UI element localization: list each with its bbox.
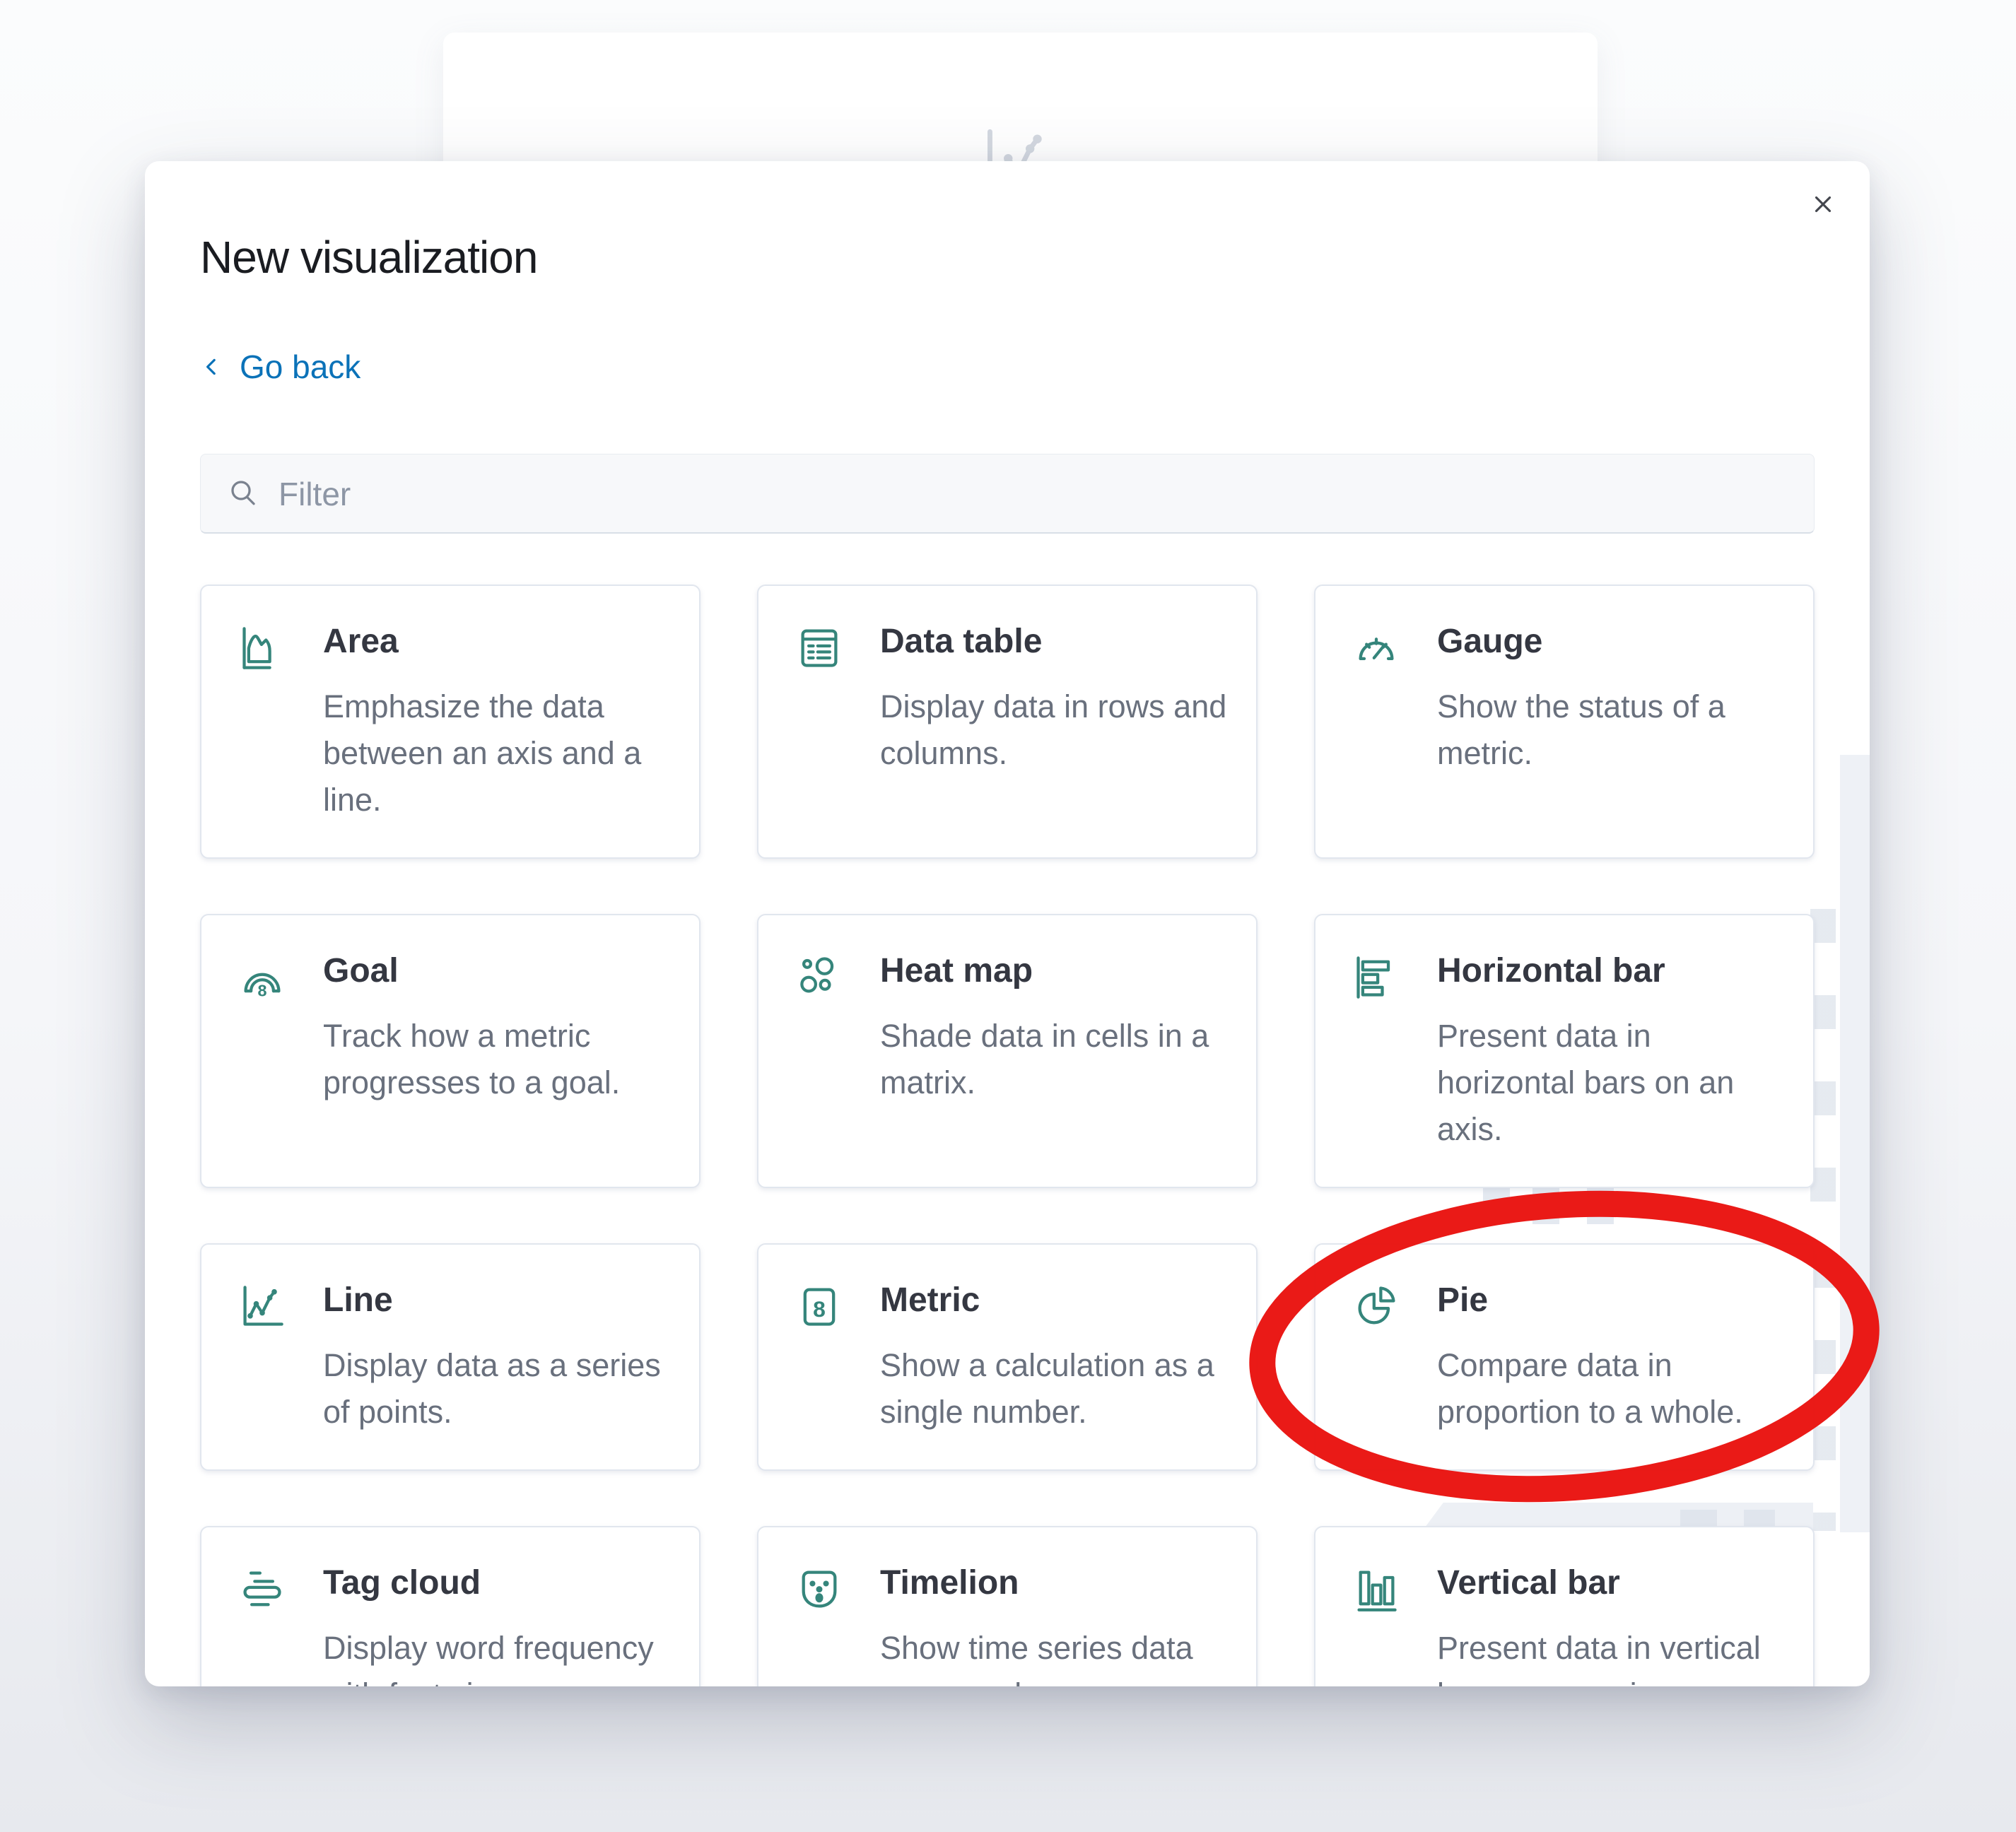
card-title: Line — [323, 1280, 678, 1321]
vertical-bar-icon — [1352, 1566, 1400, 1614]
card-description: Present data in horizontal bars on an ax… — [1437, 1013, 1792, 1153]
gauge-icon — [1352, 624, 1400, 672]
chevron-left-icon — [200, 355, 224, 379]
pie-chart-icon — [1352, 1283, 1400, 1331]
vis-card-tag-cloud[interactable]: Tag cloud Display word frequency with fo… — [200, 1526, 701, 1686]
card-description: Show a calculation as a single number. — [880, 1342, 1235, 1435]
vis-card-heat-map[interactable]: Heat map Shade data in cells in a matrix… — [757, 914, 1258, 1188]
card-title: Tag cloud — [323, 1563, 678, 1604]
vis-card-metric[interactable]: 8 Metric Show a calculation as a single … — [757, 1243, 1258, 1471]
vis-card-horizontal-bar[interactable]: Horizontal bar Present data in horizonta… — [1314, 914, 1815, 1188]
search-icon — [226, 476, 260, 510]
line-chart-icon — [238, 1283, 286, 1331]
card-title: Horizontal bar — [1437, 951, 1792, 992]
timelion-icon — [795, 1566, 843, 1614]
goal-number: 8 — [258, 982, 267, 1000]
card-description: Track how a metric progresses to a goal. — [323, 1013, 678, 1106]
visualization-grid: Area Emphasize the data between an axis … — [200, 585, 1815, 1686]
area-chart-icon — [238, 624, 286, 672]
heat-map-icon — [795, 953, 843, 1002]
metric-icon: 8 — [795, 1283, 843, 1331]
vis-card-line[interactable]: Line Display data as a series of points. — [200, 1243, 701, 1471]
vis-card-goal[interactable]: 8 Goal Track how a metric progresses to … — [200, 914, 701, 1188]
metric-number: 8 — [813, 1296, 826, 1322]
card-description: Present data in vertical bars on an axis… — [1437, 1625, 1792, 1686]
tag-cloud-icon — [238, 1566, 286, 1614]
card-title: Gauge — [1437, 621, 1792, 662]
filter-input[interactable] — [277, 454, 1801, 534]
card-description: Display word frequency with font size. — [323, 1625, 678, 1686]
card-title: Data table — [880, 621, 1235, 662]
card-description: Emphasize the data between an axis and a… — [323, 683, 678, 823]
vis-card-timelion[interactable]: Timelion Show time series data on a grap… — [757, 1526, 1258, 1686]
vis-card-data-table[interactable]: Data table Display data in rows and colu… — [757, 585, 1258, 859]
card-title: Timelion — [880, 1563, 1235, 1604]
new-visualization-modal: New visualization Go back — [145, 161, 1870, 1686]
card-description: Show the status of a metric. — [1437, 683, 1792, 777]
card-title: Vertical bar — [1437, 1563, 1792, 1604]
vis-card-gauge[interactable]: Gauge Show the status of a metric. — [1314, 585, 1815, 859]
card-description: Display data in rows and columns. — [880, 683, 1235, 777]
visualize-page: New visualization Go back — [0, 0, 2016, 1832]
card-title: Heat map — [880, 951, 1235, 992]
card-title: Goal — [323, 951, 678, 992]
card-description: Show time series data on a graph. — [880, 1625, 1235, 1686]
go-back-link[interactable]: Go back — [200, 348, 361, 386]
card-title: Pie — [1437, 1280, 1792, 1321]
card-description: Shade data in cells in a matrix. — [880, 1013, 1235, 1106]
card-title: Metric — [880, 1280, 1235, 1321]
filter-field — [200, 454, 1815, 534]
horizontal-bar-icon — [1352, 953, 1400, 1002]
vis-card-area[interactable]: Area Emphasize the data between an axis … — [200, 585, 701, 859]
vis-card-vertical-bar[interactable]: Vertical bar Present data in vertical ba… — [1314, 1526, 1815, 1686]
card-description: Compare data in proportion to a whole. — [1437, 1342, 1792, 1435]
data-table-icon — [795, 624, 843, 672]
goal-icon: 8 — [238, 953, 286, 1002]
card-description: Display data as a series of points. — [323, 1342, 678, 1435]
card-title: Area — [323, 621, 678, 662]
go-back-label: Go back — [240, 348, 361, 386]
vis-card-pie[interactable]: Pie Compare data in proportion to a whol… — [1314, 1243, 1815, 1471]
modal-title: New visualization — [200, 161, 1815, 286]
